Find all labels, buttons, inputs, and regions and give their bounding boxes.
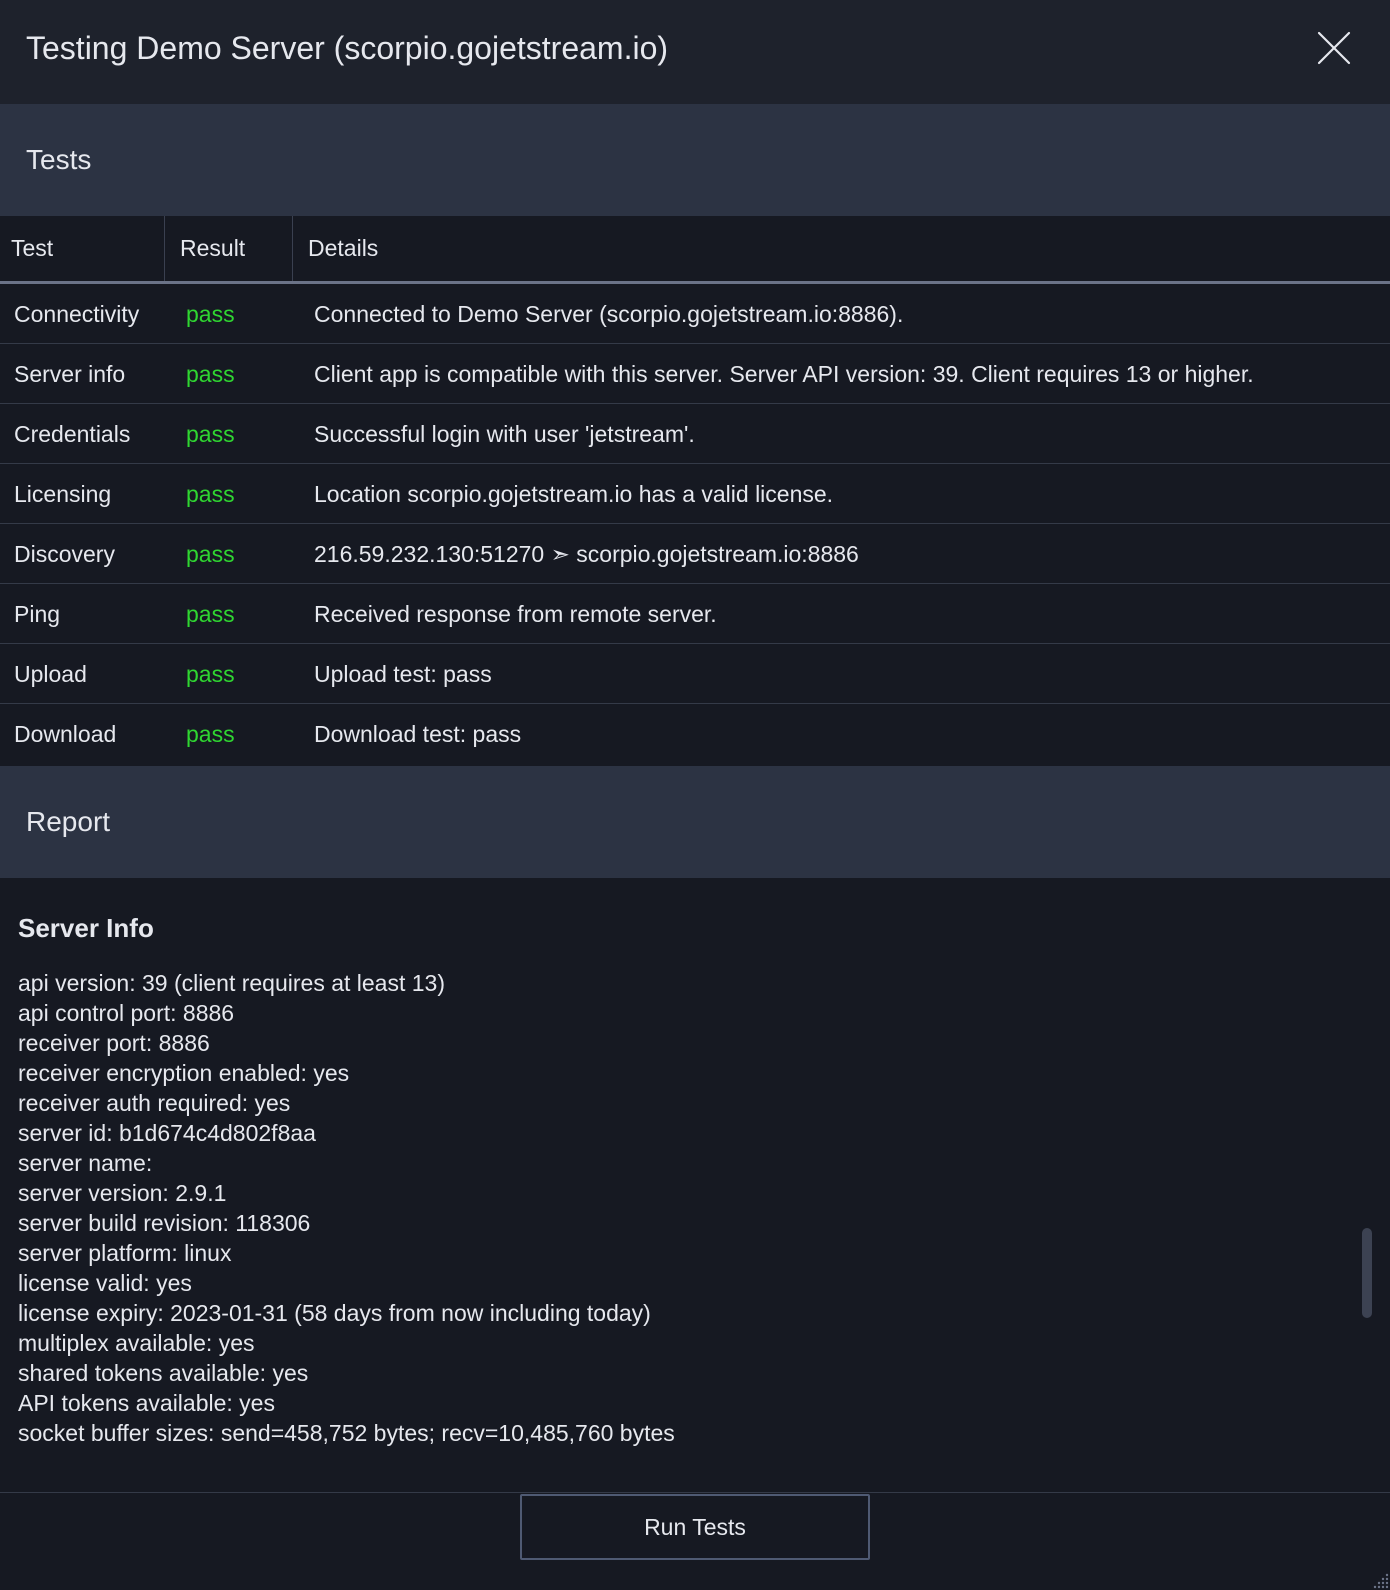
test-name-cell: Upload <box>14 661 87 687</box>
resize-grip-icon <box>1373 1573 1389 1589</box>
report-line: API tokens available: yes <box>18 1390 275 1416</box>
test-name-cell: Licensing <box>14 481 112 507</box>
test-server-dialog: Testing Demo Server (scorpio.gojetstream… <box>0 0 1390 1590</box>
test-details-cell: Received response from remote server. <box>314 601 717 627</box>
test-result-cell: pass <box>186 661 235 687</box>
test-details-cell: Location scorpio.gojetstream.io has a va… <box>314 481 834 507</box>
test-result-cell: pass <box>186 301 235 327</box>
test-details-cell: Connected to Demo Server (scorpio.gojets… <box>314 301 904 327</box>
test-name-cell: Connectivity <box>14 301 140 327</box>
report-line: server id: b1d674c4d802f8aa <box>18 1120 316 1146</box>
report-line: server platform: linux <box>18 1240 232 1266</box>
test-result-cell: pass <box>186 721 235 747</box>
report-panel: Server Info api version: 39 (client requ… <box>0 878 1390 1492</box>
table-row: Connectivity pass Connected to Demo Serv… <box>0 284 1390 344</box>
report-line: api version: 39 (client requires at leas… <box>18 970 445 996</box>
test-result-cell: pass <box>186 421 235 447</box>
report-section-label: Report <box>26 806 111 837</box>
report-section-header: Report <box>0 766 1390 878</box>
test-result-cell: pass <box>186 541 235 567</box>
tests-table: Test Result Details Connectivity pass Co… <box>0 216 1390 766</box>
report-line: receiver port: 8886 <box>18 1030 210 1056</box>
close-button[interactable] <box>1314 28 1354 68</box>
report-line: receiver encryption enabled: yes <box>18 1060 350 1086</box>
report-line: multiplex available: yes <box>18 1330 255 1356</box>
report-line: shared tokens available: yes <box>18 1360 309 1386</box>
test-details-cell: Successful login with user 'jetstream'. <box>314 421 695 447</box>
tests-table-body: Connectivity pass Connected to Demo Serv… <box>0 284 1390 764</box>
test-name-cell: Discovery <box>14 541 115 567</box>
report-line: license valid: yes <box>18 1270 192 1296</box>
test-result-cell: pass <box>186 601 235 627</box>
report-heading: Server Info <box>18 913 154 943</box>
run-tests-button[interactable]: Run Tests <box>520 1494 870 1560</box>
report-line: server build revision: 118306 <box>18 1210 311 1236</box>
test-name-cell: Credentials <box>14 421 131 447</box>
report-line: api control port: 8886 <box>18 1000 235 1026</box>
tests-section-header: Tests <box>0 104 1390 216</box>
column-header-result[interactable]: Result <box>165 216 293 281</box>
resize-grip[interactable] <box>1372 1572 1390 1590</box>
report-scrollbar-thumb[interactable] <box>1362 1228 1372 1318</box>
test-details-cell: Client app is compatible with this serve… <box>314 361 1254 387</box>
report-line: server version: 2.9.1 <box>18 1180 227 1206</box>
test-name-cell: Ping <box>14 601 61 627</box>
test-name-cell: Server info <box>14 361 126 387</box>
report-line: receiver auth required: yes <box>18 1090 291 1116</box>
dialog-title: Testing Demo Server (scorpio.gojetstream… <box>26 30 669 66</box>
table-row: Upload pass Upload test: pass <box>0 644 1390 704</box>
report-line: socket buffer sizes: send=458,752 bytes;… <box>18 1420 675 1446</box>
dialog-titlebar: Testing Demo Server (scorpio.gojetstream… <box>0 0 1390 104</box>
test-result-cell: pass <box>186 361 235 387</box>
table-row: Server info pass Client app is compatibl… <box>0 344 1390 404</box>
close-icon <box>1317 31 1351 65</box>
table-row: Credentials pass Successful login with u… <box>0 404 1390 464</box>
test-details-cell: Download test: pass <box>314 721 522 747</box>
report-lines: api version: 39 (client requires at leas… <box>18 968 675 1448</box>
test-details-cell: Upload test: pass <box>314 661 492 687</box>
table-row: Licensing pass Location scorpio.gojetstr… <box>0 464 1390 524</box>
tests-table-header: Test Result Details <box>0 216 1390 284</box>
column-header-details[interactable]: Details <box>293 216 378 281</box>
tests-section-label: Tests <box>26 144 92 175</box>
test-result-cell: pass <box>186 481 235 507</box>
column-header-test[interactable]: Test <box>0 216 165 281</box>
table-row: Discovery pass 216.59.232.130:51270 ➣ sc… <box>0 524 1390 584</box>
table-row: Download pass Download test: pass <box>0 704 1390 764</box>
table-row: Ping pass Received response from remote … <box>0 584 1390 644</box>
test-name-cell: Download <box>14 721 117 747</box>
test-details-cell: 216.59.232.130:51270 ➣ scorpio.gojetstre… <box>314 541 859 567</box>
report-line: server name: <box>18 1150 153 1176</box>
report-line: license expiry: 2023-01-31 (58 days from… <box>18 1300 651 1326</box>
